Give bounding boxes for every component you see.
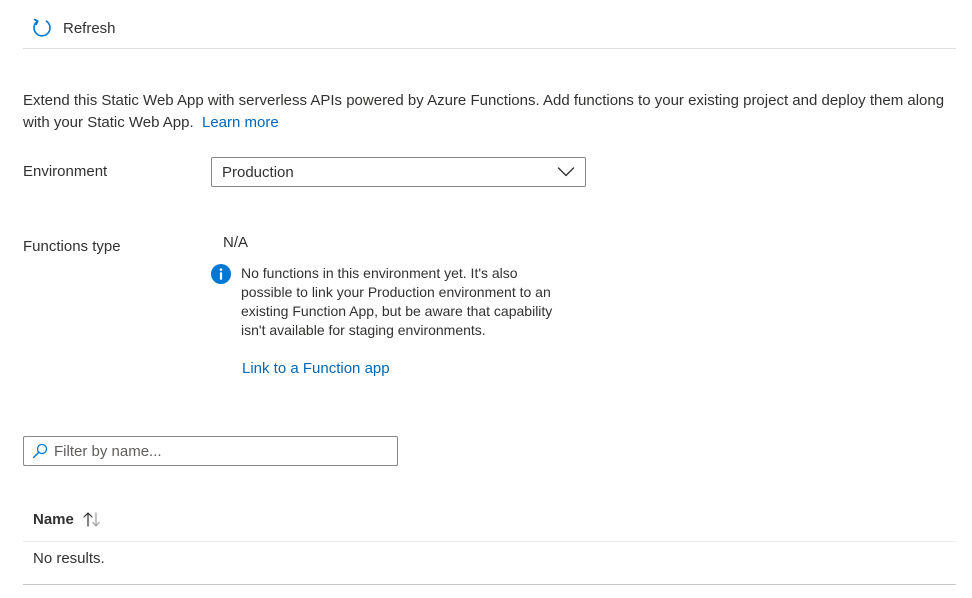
environment-dropdown[interactable]: Production [211, 157, 586, 187]
filter-input[interactable] [54, 442, 374, 460]
chevron-down-icon [557, 167, 575, 177]
refresh-icon [33, 18, 51, 37]
environment-label: Environment [23, 163, 108, 180]
environment-selected-value: Production [222, 163, 294, 181]
learn-more-link[interactable]: Learn more [202, 114, 279, 131]
search-icon [32, 443, 48, 459]
functions-type-value: N/A [223, 234, 249, 251]
table-header: Name [23, 500, 956, 542]
refresh-button[interactable]: Refresh [31, 14, 116, 42]
info-icon [211, 264, 231, 284]
description-text: Extend this Static Web App with serverle… [23, 92, 945, 131]
functions-type-label: Functions type [23, 238, 121, 255]
no-results-text: No results. [33, 550, 105, 567]
column-header-name-label: Name [33, 510, 74, 528]
sort-icon [83, 512, 100, 527]
column-header-name[interactable]: Name [33, 510, 102, 528]
info-message: No functions in this environment yet. It… [241, 265, 553, 338]
empty-state-row: No results. [23, 542, 956, 585]
command-bar: Refresh [23, 0, 956, 49]
refresh-label: Refresh [63, 19, 116, 37]
link-function-app-link[interactable]: Link to a Function app [242, 360, 390, 377]
filter-box[interactable] [23, 436, 398, 466]
description: Extend this Static Web App with serverle… [23, 90, 953, 134]
